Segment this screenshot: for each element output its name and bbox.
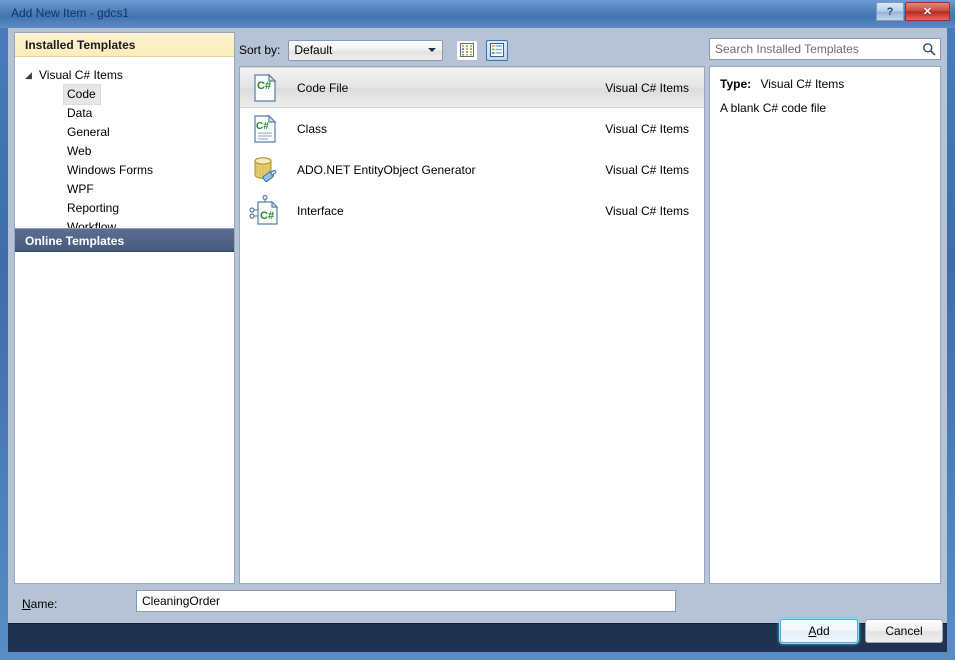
csharp-interface-icon: C# [249,194,281,227]
online-templates-header[interactable]: Online Templates [15,228,234,252]
tree-node-label: Data [67,106,93,120]
csharp-class-icon: C# [249,113,281,145]
tree-node-data[interactable]: Data [15,104,234,123]
details-panel: Type: Visual C# Items A blank C# code fi… [709,32,941,584]
template-item-category: Visual C# Items [605,121,689,136]
template-list[interactable]: C# Code File Visual C# Items C# Class Vi… [239,66,705,584]
detail-description: A blank C# code file [720,101,827,115]
title-bar[interactable]: Add New Item - gdcs1 ? ✕ [0,0,955,28]
search-icon[interactable] [918,42,940,56]
name-label-accel: N [22,597,31,611]
template-item-class[interactable]: C# Class Visual C# Items [240,108,704,149]
list-toolbar: Sort by: Default [239,38,509,62]
add-new-item-dialog: Add New Item - gdcs1 ? ✕ Installed Templ… [0,0,955,660]
tree-node-wpf[interactable]: WPF [15,180,234,199]
dialog-button-bar: Add Cancel [8,619,947,652]
tree-node-general[interactable]: General [15,123,234,142]
sort-by-dropdown[interactable]: Default [288,39,444,61]
name-label: Name: [22,597,57,611]
csharp-code-file-icon: C# [249,72,281,104]
template-item-category: Visual C# Items [605,162,689,177]
small-icons-icon [460,43,475,57]
template-item-category: Visual C# Items [605,80,689,95]
cancel-button[interactable]: Cancel [865,619,943,643]
add-button[interactable]: Add [780,619,858,643]
installed-templates-panel: Installed Templates ◢ Visual C# Items Co… [14,32,235,584]
template-item-name: ADO.NET EntityObject Generator [297,162,476,177]
medium-icons-icon [490,43,505,57]
tree-node-label: Web [67,144,92,158]
tree-node-reporting[interactable]: Reporting [15,199,234,218]
search-box[interactable] [709,38,941,60]
tree-node-windows-forms[interactable]: Windows Forms [15,161,234,180]
tree-node-label: Code [63,84,101,105]
name-input[interactable] [136,590,676,612]
detail-type-label: Type: [720,77,752,91]
name-label-suffix: ame: [30,597,58,611]
tree-node-label: General [67,125,110,139]
template-item-ado-net-entityobject-generator[interactable]: ADO.NET EntityObject Generator Visual C#… [240,149,704,190]
dialog-client: Installed Templates ◢ Visual C# Items Co… [8,28,947,652]
add-button-rest: dd [816,624,830,638]
tree-node-label: Windows Forms [67,163,154,177]
small-icons-view-button[interactable] [456,39,479,61]
chevron-down-icon [428,47,437,52]
svg-text:C#: C# [257,80,271,92]
template-item-name: Interface [297,203,344,218]
expand-collapse-icon[interactable]: ◢ [25,66,39,85]
template-item-interface[interactable]: C# Interface Visual C# Items [240,190,704,231]
caption-buttons: ? ✕ [875,2,950,21]
templates-tree: ◢ Visual C# Items Code Data General Web … [15,57,234,237]
template-list-panel: Sort by: Default C# Code File Visual C# … [239,32,705,584]
svg-text:C#: C# [256,121,269,132]
template-item-name: Code File [297,80,349,95]
sort-by-value: Default [294,42,333,57]
sort-by-label: Sort by: [239,43,281,57]
medium-icons-view-button[interactable] [486,39,509,61]
search-input[interactable] [710,41,918,57]
template-details: Type: Visual C# Items A blank C# code fi… [709,66,941,584]
name-row: Name: [8,590,947,622]
installed-templates-header: Installed Templates [15,33,234,57]
help-button[interactable]: ? [876,2,904,21]
tree-node-label: WPF [67,182,94,196]
detail-type-row: Type: Visual C# Items [720,77,930,91]
detail-type-value: Visual C# Items [760,77,845,91]
add-button-accel: A [808,624,817,638]
svg-text:C#: C# [260,210,274,222]
tree-node-web[interactable]: Web [15,142,234,161]
template-item-name: Class [297,121,328,136]
template-item-category: Visual C# Items [605,203,689,218]
template-item-code-file[interactable]: C# Code File Visual C# Items [240,67,704,108]
tree-node-label: Visual C# Items [39,68,123,82]
tree-node-label: Reporting [67,201,120,215]
ado-net-entity-icon [249,154,281,186]
window-title: Add New Item - gdcs1 [11,6,130,20]
tree-node-code[interactable]: Code [15,84,234,105]
close-icon[interactable]: ✕ [905,2,950,21]
tree-node-visual-csharp-items[interactable]: ◢ Visual C# Items [15,66,234,85]
